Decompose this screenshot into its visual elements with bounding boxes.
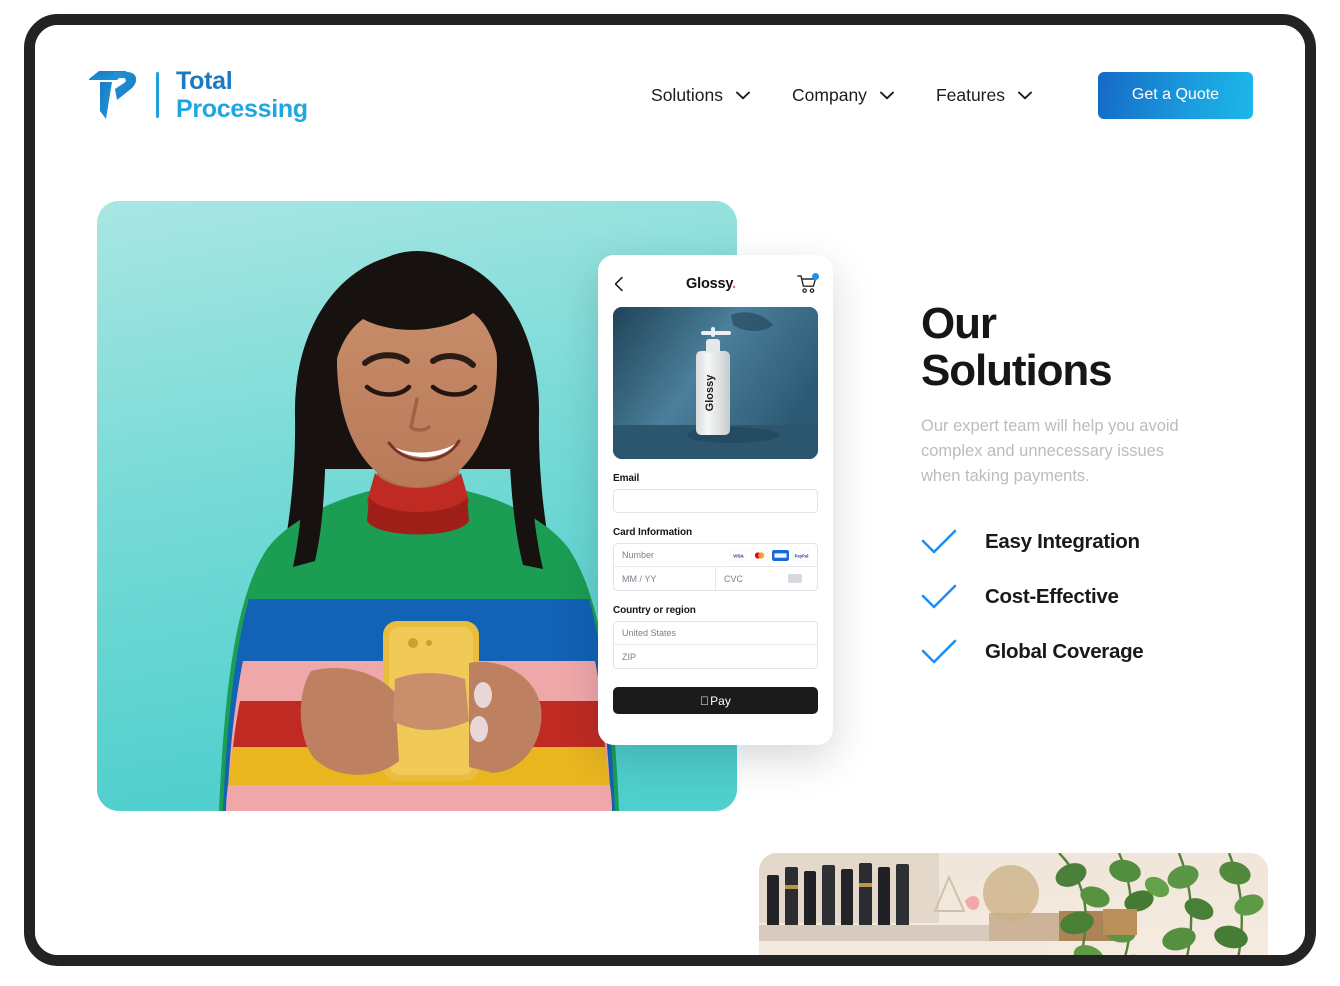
mastercard-icon [751,549,768,561]
zip-row[interactable]: ZIP [614,645,817,668]
brand-wordmark: Total Processing [176,67,308,124]
paypal-icon: PayPal [793,549,810,561]
email-input[interactable] [613,489,818,513]
store-photo-illustration [759,853,1268,955]
page-viewport: Total Processing Solutions Company Featu… [35,25,1305,955]
main-navigation: Solutions Company Features Get a Quote [651,71,1253,119]
cart-badge [812,273,819,280]
benefit-label: Global Coverage [985,640,1144,664]
product-image: Glossy [613,307,818,459]
card-number-input[interactable]: Number [614,544,730,566]
product-label-text: Glossy [704,374,716,412]
card-expiry-cvc-row: MM / YY CVC [614,567,817,590]
visa-icon: VISA [730,549,747,561]
benefit-label: Easy Integration [985,530,1140,554]
country-or-region-label: Country or region [613,605,696,616]
nav-item-company[interactable]: Company [792,85,894,106]
email-label: Email [613,473,640,484]
chevron-down-icon [879,91,894,99]
back-chevron-icon[interactable] [613,276,625,292]
nav-item-features[interactable]: Features [936,85,1032,106]
total-processing-logo-icon [89,71,137,119]
chevron-down-icon [736,91,750,99]
check-icon [921,640,957,664]
card-information-label: Card Information [613,527,692,538]
apple-logo-icon:  [700,695,709,707]
store-photo [759,853,1268,955]
nav-item-label: Features [935,84,1005,105]
card-cvc-placeholder: CVC [724,573,744,584]
cart-button[interactable] [797,273,819,294]
benefits-list: Easy Integration Cost-Effective Global C… [921,529,1251,665]
benefit-item-global-coverage: Global Coverage [921,639,1251,665]
nav-item-solutions[interactable]: Solutions [651,85,750,106]
nav-item-label: Company [792,84,867,105]
checkout-card: Glossy. Glossy Email Card Information Nu… [598,255,833,745]
svg-text:PayPal: PayPal [795,553,809,558]
device-frame: Total Processing Solutions Company Featu… [24,14,1316,966]
benefit-label: Cost-Effective [985,585,1119,609]
benefit-item-easy-integration: Easy Integration [921,529,1251,555]
address-group: United States ZIP [613,621,818,669]
solutions-description: Our expert team will help you avoid comp… [921,417,1179,486]
checkout-card-topbar: Glossy. [613,269,819,299]
card-number-row[interactable]: Number VISA PayPal [614,544,817,567]
card-expiry-input[interactable]: MM / YY [614,567,715,590]
checkout-card-title: Glossy. [686,276,736,292]
svg-text:VISA: VISA [733,553,744,558]
card-information-group: Number VISA PayPal MM / YY CVC [613,543,818,591]
solutions-section: Our Solutions Our expert team will help … [921,299,1251,694]
page-title: Our Solutions [921,299,1113,395]
get-a-quote-button[interactable]: Get a Quote [1098,71,1253,119]
apple-pay-label: Pay [705,693,731,708]
zip-input[interactable]: ZIP [614,645,817,668]
brand-line-1: Total [176,66,233,95]
brand-dot: . [732,276,736,292]
check-icon [921,530,957,554]
brand-line-2: Processing [176,95,308,123]
product-brand-name: Glossy [686,276,733,292]
nav-item-label: Solutions [651,84,724,105]
card-brand-icons: VISA PayPal [730,549,817,561]
chevron-down-icon [1018,91,1032,99]
site-header: Total Processing Solutions Company Featu… [35,25,1305,165]
card-cvc-input[interactable]: CVC [715,567,817,590]
cvc-card-icon [788,574,802,583]
amex-icon [772,549,789,561]
benefit-item-cost-effective: Cost-Effective [921,584,1251,610]
country-select[interactable]: United States [614,622,817,644]
country-row[interactable]: United States [614,622,817,645]
apple-pay-button[interactable]:  Pay [613,687,818,714]
brand-logo[interactable]: Total Processing [87,67,308,124]
check-icon [921,585,957,609]
brand-divider [156,72,159,118]
product-image-illustration: Glossy [613,307,818,459]
